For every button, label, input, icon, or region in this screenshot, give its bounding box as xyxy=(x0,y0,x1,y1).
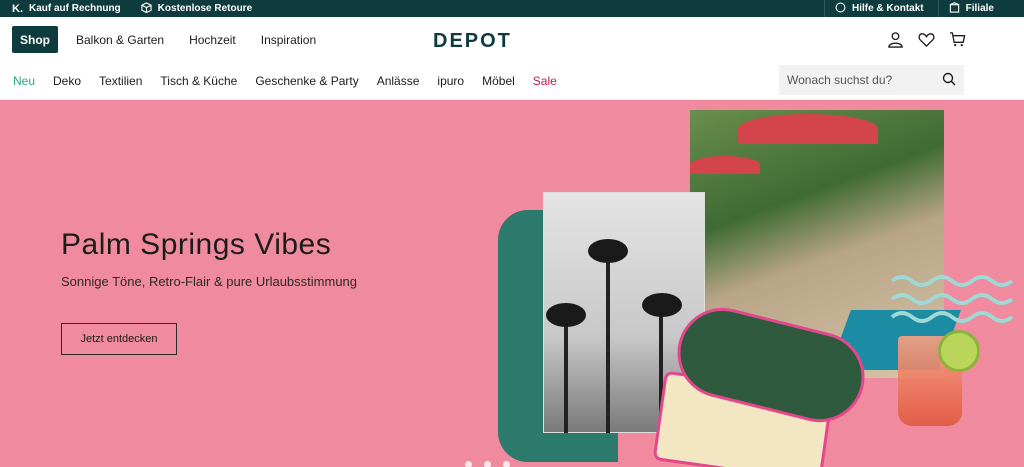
top-utility-bar: K. Kauf auf Rechnung Kostenlose Retoure … xyxy=(0,0,1024,17)
cat-textilien[interactable]: Textilien xyxy=(99,74,142,88)
nav-balkon-garten[interactable]: Balkon & Garten xyxy=(76,33,164,47)
store-link[interactable]: Filiale xyxy=(937,0,1024,17)
invoice-label: Kauf auf Rechnung xyxy=(29,3,121,14)
search-placeholder: Wonach suchst du? xyxy=(787,73,893,87)
search-input[interactable]: Wonach suchst du? xyxy=(779,65,964,95)
shop-button[interactable]: Shop xyxy=(12,26,58,53)
wishlist-heart-icon[interactable] xyxy=(918,31,935,48)
cart-icon[interactable] xyxy=(949,31,966,48)
klarna-icon: K. xyxy=(12,2,23,15)
cat-tisch-kueche[interactable]: Tisch & Küche xyxy=(160,74,237,88)
wave-lines-decoration xyxy=(890,275,1014,323)
hero-title: Palm Springs Vibes xyxy=(61,228,332,261)
cat-ipuro[interactable]: ipuro xyxy=(437,74,464,88)
parasol-shape xyxy=(738,114,878,144)
carousel-dot[interactable] xyxy=(503,461,510,467)
cat-sale[interactable]: Sale xyxy=(533,74,557,88)
hero-banner[interactable]: Palm Springs Vibes Sonnige Töne, Retro-F… xyxy=(0,100,1024,467)
lime-slice-shape xyxy=(938,330,980,372)
depot-logo[interactable]: DEPOT xyxy=(433,30,512,53)
search-icon[interactable] xyxy=(942,72,956,89)
account-icon[interactable] xyxy=(887,31,904,48)
store-icon xyxy=(949,1,960,16)
invoice-info[interactable]: K. Kauf auf Rechnung xyxy=(12,3,121,15)
cat-anlaesse[interactable]: Anlässe xyxy=(377,74,420,88)
carousel-dot[interactable] xyxy=(484,461,491,467)
box-icon xyxy=(141,1,152,16)
help-contact-link[interactable]: Hilfe & Kontakt xyxy=(823,0,938,17)
parasol-shape xyxy=(690,156,760,174)
store-label: Filiale xyxy=(965,3,994,14)
nav-inspiration[interactable]: Inspiration xyxy=(261,33,316,47)
palm-crown-shape xyxy=(588,239,628,263)
hero-image-collage xyxy=(498,110,1014,467)
palm-trunk-shape xyxy=(606,253,610,433)
cat-deko[interactable]: Deko xyxy=(53,74,81,88)
main-header: Shop Balkon & Garten Hochzeit Inspiratio… xyxy=(0,17,1024,62)
cat-neu[interactable]: Neu xyxy=(13,74,35,88)
hero-cta-button[interactable]: Jetzt entdecken xyxy=(61,323,177,355)
cat-geschenke-party[interactable]: Geschenke & Party xyxy=(255,74,358,88)
nav-hochzeit[interactable]: Hochzeit xyxy=(189,33,236,47)
palm-crown-shape xyxy=(546,303,586,327)
carousel-dots xyxy=(465,461,510,467)
chat-icon xyxy=(835,2,846,16)
palm-trunk-shape xyxy=(564,313,568,433)
returns-label: Kostenlose Retoure xyxy=(157,3,253,14)
hero-subtitle: Sonnige Töne, Retro-Flair & pure Urlaubs… xyxy=(61,274,358,289)
cat-moebel[interactable]: Möbel xyxy=(482,74,515,88)
help-label: Hilfe & Kontakt xyxy=(851,3,924,14)
carousel-dot[interactable] xyxy=(465,461,472,467)
palm-crown-shape xyxy=(642,293,682,317)
returns-info[interactable]: Kostenlose Retoure xyxy=(141,1,253,16)
category-nav: Neu Deko Textilien Tisch & Küche Geschen… xyxy=(0,62,1024,100)
